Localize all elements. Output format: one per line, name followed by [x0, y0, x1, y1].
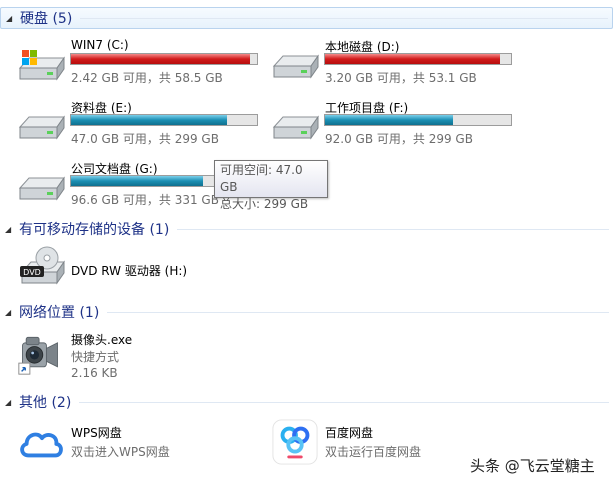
- tooltip-free-space: 可用空间: 47.0 GB: [220, 163, 303, 194]
- collapse-arrow-icon[interactable]: ◢: [6, 14, 16, 23]
- baidu-netdisk-icon: [272, 419, 318, 465]
- collapse-arrow-icon[interactable]: ◢: [5, 398, 15, 407]
- group-title: 网络位置 (1): [19, 305, 100, 321]
- group-divider: [79, 401, 609, 403]
- group-divider: [107, 311, 609, 313]
- dvd-drive-icon: DVD: [20, 246, 65, 285]
- drive-space-info: 92.0 GB 可用，共 299 GB: [325, 132, 473, 146]
- drive-e[interactable]: 资料盘 (E:) 47.0 GB 可用，共 299 GB: [17, 97, 267, 153]
- dvd-drive[interactable]: DVD DVD RW 驱动器 (H:): [17, 244, 267, 304]
- webcam-icon: [18, 336, 58, 375]
- item-name: WPS网盘: [71, 426, 122, 440]
- drive-f[interactable]: 工作项目盘 (F:) 92.0 GB 可用，共 299 GB: [271, 97, 521, 153]
- group-divider: [80, 17, 608, 19]
- usage-bar: [324, 114, 512, 126]
- device-name: DVD RW 驱动器 (H:): [71, 264, 188, 278]
- collapse-arrow-icon[interactable]: ◢: [5, 225, 15, 234]
- group-header-other[interactable]: ◢ 其他 (2): [0, 391, 613, 413]
- hard-drive-icon: [18, 115, 65, 140]
- drive-d[interactable]: 本地磁盘 (D:) 3.20 GB 可用，共 53.1 GB: [271, 36, 521, 92]
- hard-drive-icon: [18, 176, 65, 201]
- item-name: 百度网盘: [325, 426, 374, 440]
- drive-space-info: 47.0 GB 可用，共 299 GB: [71, 132, 219, 146]
- usage-bar: [324, 53, 512, 65]
- watermark-text: 头条 @飞云堂糖主: [470, 457, 595, 475]
- drive-c[interactable]: WIN7 (C:) 2.42 GB 可用，共 58.5 GB: [17, 36, 267, 92]
- hard-drive-icon: [272, 115, 319, 140]
- hard-drive-icon: [272, 54, 319, 79]
- group-title: 其他 (2): [19, 395, 72, 411]
- item-description: 双击进入WPS网盘: [71, 445, 170, 459]
- usage-bar: [70, 114, 258, 126]
- usage-bar: [70, 53, 258, 65]
- drive-space-info: 96.6 GB 可用，共 331 GB: [71, 193, 219, 207]
- usage-fill: [325, 115, 454, 125]
- item-name: 摄像头.exe: [71, 333, 133, 347]
- group-header-removable[interactable]: ◢ 有可移动存储的设备 (1): [0, 218, 613, 240]
- webcam-shortcut[interactable]: 摄像头.exe 快捷方式 2.16 KB: [17, 326, 267, 386]
- item-type: 快捷方式: [71, 350, 120, 364]
- drive-tooltip: 可用空间: 47.0 GB 总大小: 299 GB: [214, 160, 328, 211]
- drive-space-info: 2.42 GB 可用，共 58.5 GB: [71, 71, 223, 85]
- item-size: 2.16 KB: [71, 366, 118, 380]
- usage-fill: [71, 54, 250, 64]
- group-title: 有可移动存储的设备 (1): [19, 222, 170, 238]
- drive-space-info: 3.20 GB 可用，共 53.1 GB: [325, 71, 477, 85]
- svg-text:DVD: DVD: [23, 268, 41, 277]
- group-header-network[interactable]: ◢ 网络位置 (1): [0, 301, 613, 323]
- group-header-hard-disks[interactable]: ◢ 硬盘 (5): [0, 7, 613, 29]
- item-description: 双击运行百度网盘: [325, 445, 422, 459]
- drive-name: WIN7 (C:): [71, 38, 129, 52]
- group-title: 硬盘 (5): [20, 11, 73, 27]
- windows-drive-icon: [18, 50, 65, 81]
- usage-fill: [71, 115, 228, 125]
- wps-cloud-item[interactable]: WPS网盘 双击进入WPS网盘: [17, 418, 267, 478]
- tooltip-total-size: 总大小: 299 GB: [220, 197, 309, 211]
- usage-fill: [71, 176, 204, 186]
- wps-cloud-icon: [20, 432, 63, 458]
- collapse-arrow-icon[interactable]: ◢: [5, 308, 15, 317]
- group-divider: [177, 228, 609, 230]
- usage-fill: [325, 54, 500, 64]
